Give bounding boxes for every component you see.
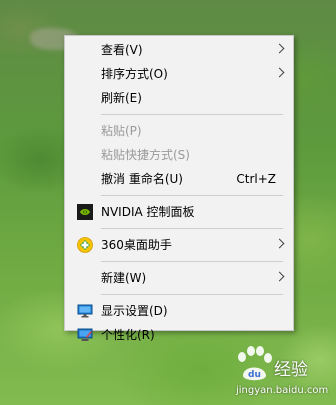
menu-item-label: 粘贴(P) [101,124,142,138]
menu-item-shortcut: Ctrl+Z [236,172,276,186]
menu-item-label: 新建(W) [101,271,147,285]
submenu-arrow-icon [274,43,285,54]
menu-item-360-desktop-assistant[interactable]: 360桌面助手 [65,233,293,257]
menu-item-label: 360桌面助手 [101,238,172,252]
menu-item-view[interactable]: 查看(V) [65,38,293,62]
menu-item-label: 显示设置(D) [101,304,168,318]
menu-item-label: 排序方式(O) [101,67,168,81]
watermark-text: 经验 [274,360,308,380]
menu-separator [101,195,283,196]
menu-item-display-settings[interactable]: 显示设置(D) [65,299,293,323]
menu-item-new[interactable]: 新建(W) [65,266,293,290]
watermark-url: jingyan.baidu.com [236,385,329,396]
menu-separator [101,228,283,229]
menu-item-label: 粘贴快捷方式(S) [101,148,190,162]
personalize-icon [77,327,93,343]
menu-item-label: 个性化(R) [101,328,155,342]
display-settings-icon [77,303,93,319]
menu-item-undo-rename[interactable]: 撤消 重命名(U) Ctrl+Z [65,167,293,191]
360-desktop-icon [77,237,93,253]
menu-item-paste: 粘贴(P) [65,119,293,143]
menu-separator [101,261,283,262]
menu-item-label: 撤消 重命名(U) [101,172,183,186]
baidu-jingyan-watermark: du 经验 jingyan.baidu.com [226,343,334,403]
menu-item-refresh[interactable]: 刷新(E) [65,86,293,110]
menu-item-label: 刷新(E) [101,91,142,105]
menu-item-label: NVIDIA 控制面板 [101,205,195,219]
context-menu: 查看(V) 排序方式(O) 刷新(E) 粘贴(P) 粘贴快捷方式(S) 撤消 重… [64,35,294,342]
submenu-arrow-icon [274,67,285,78]
submenu-arrow-icon [274,271,285,282]
menu-separator [101,294,283,295]
menu-item-nvidia-control-panel[interactable]: NVIDIA 控制面板 [65,200,293,224]
nvidia-icon [77,204,93,220]
baidu-paw-logo: du [238,346,272,381]
menu-separator [101,114,283,115]
menu-item-paste-shortcut: 粘贴快捷方式(S) [65,143,293,167]
submenu-arrow-icon [274,238,285,249]
menu-item-label: 查看(V) [101,43,143,57]
menu-item-sort-by[interactable]: 排序方式(O) [65,62,293,86]
svg-text:du: du [248,370,261,380]
